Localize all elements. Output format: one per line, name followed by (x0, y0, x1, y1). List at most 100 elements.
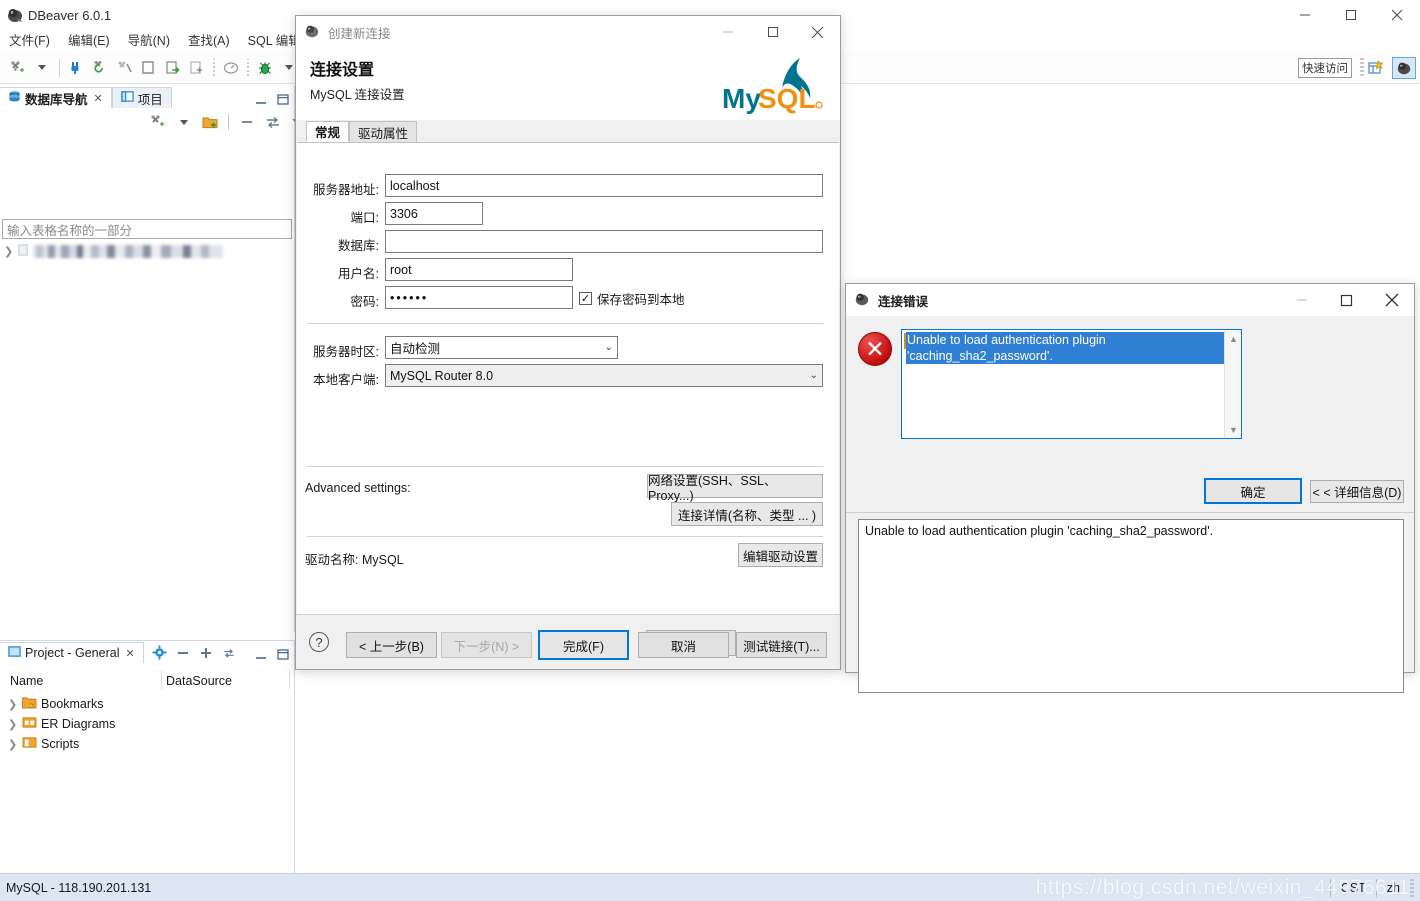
connection-icon (18, 244, 29, 259)
column-header-datasource[interactable]: DataSource (166, 674, 232, 688)
details-toggle-button[interactable]: < < 详细信息(D) (1310, 480, 1404, 503)
tree-item-label: ER Diagrams (41, 717, 116, 731)
test-connection-button[interactable]: 测试链接(T)... (736, 632, 827, 658)
tab-close-icon[interactable]: ✕ (125, 647, 134, 660)
close-icon[interactable] (1369, 284, 1414, 316)
dropdown-caret-icon[interactable] (30, 56, 54, 80)
username-input[interactable]: root (385, 258, 573, 281)
navigator-tabstrip: 数据库导航 ✕ 项目 (0, 86, 295, 108)
server-timezone-select[interactable]: 自动检测 ⌄ (385, 336, 618, 359)
menu-edit[interactable]: 编辑(E) (59, 30, 119, 52)
form-divider-3 (307, 536, 823, 537)
new-sql-script-icon[interactable] (185, 56, 209, 80)
minimize-icon[interactable] (1282, 0, 1328, 30)
new-perspective-icon[interactable] (1364, 57, 1388, 79)
tab-projects[interactable]: 项目 (111, 87, 172, 108)
back-button[interactable]: < 上一步(B) (346, 632, 437, 658)
chevron-right-icon[interactable]: ❯ (8, 718, 18, 731)
password-input[interactable]: •••••• (385, 286, 573, 309)
debug-icon[interactable] (253, 56, 277, 80)
maximize-icon[interactable] (750, 16, 795, 48)
connection-details-button[interactable]: 连接详情(名称、类型 ... ) (671, 502, 823, 526)
gear-icon[interactable] (152, 645, 167, 663)
minimize-icon[interactable] (705, 16, 750, 48)
database-label: 数据库: (338, 239, 379, 253)
sql-editor-icon[interactable] (137, 56, 161, 80)
status-separator-1 (1329, 878, 1331, 897)
chevron-right-icon[interactable]: ❯ (8, 738, 18, 751)
scripts-folder-icon (22, 736, 37, 752)
new-folder-icon[interactable] (198, 110, 222, 134)
navigator-toolbar (146, 110, 311, 134)
network-settings-button[interactable]: 网络设置(SSH、SSL、Proxy...) (647, 474, 823, 503)
menu-search[interactable]: 查找(A) (179, 30, 239, 52)
maximize-panel-icon[interactable] (277, 649, 289, 663)
status-separator-2 (1375, 878, 1377, 897)
tree-item-scripts[interactable]: ❯ Scripts (8, 736, 79, 752)
project-panel-toolbar (144, 645, 236, 663)
database-input[interactable] (385, 230, 823, 253)
edit-driver-settings-button[interactable]: 编辑驱动设置 (738, 543, 823, 567)
tab-close-icon[interactable]: ✕ (94, 92, 103, 105)
close-icon[interactable] (1374, 0, 1420, 30)
error-message-box[interactable]: Unable to load authentication plugin 'ca… (901, 329, 1242, 439)
maximize-panel-icon[interactable] (277, 94, 289, 108)
ok-button[interactable]: 确定 (1204, 478, 1302, 504)
scroll-up-icon[interactable]: ▲ (1225, 330, 1241, 347)
navigator-filter-input[interactable]: 输入表格名称的一部分 (2, 219, 292, 239)
tree-item-er-diagrams[interactable]: ❯ ER Diagrams (8, 716, 115, 732)
minimize-panel-icon[interactable] (255, 94, 267, 108)
port-input[interactable]: 3306 (385, 202, 483, 225)
toolbar-dots-2 (246, 58, 250, 77)
error-details-box[interactable]: Unable to load authentication plugin 'ca… (858, 519, 1404, 693)
quick-access-input[interactable]: 快速访问 (1298, 58, 1352, 78)
tree-item-bookmarks[interactable]: ❯ Bookmarks (8, 696, 104, 712)
minimize-icon[interactable] (1279, 284, 1324, 316)
local-client-label: 本地客户端: (313, 373, 379, 387)
dropdown-caret-icon[interactable] (172, 110, 196, 134)
menu-navigate[interactable]: 导航(N) (119, 30, 179, 52)
link-editor-icon[interactable] (222, 646, 236, 663)
cancel-button[interactable]: 取消 (638, 632, 729, 658)
error-dialog-body: ✕ Unable to load authentication plugin '… (846, 316, 1414, 693)
collapse-all-icon[interactable] (235, 110, 259, 134)
password-label: 密码: (350, 295, 379, 309)
connect-icon[interactable] (65, 56, 89, 80)
save-password-checkbox[interactable]: ✓ 保存密码到本地 (579, 289, 685, 308)
expand-all-icon[interactable] (199, 646, 213, 663)
tab-project-general[interactable]: Project - General ✕ (0, 642, 144, 663)
refresh-connection-icon[interactable] (89, 56, 113, 80)
collapse-all-icon[interactable] (176, 646, 190, 663)
tree-item-connection[interactable]: ❯ (4, 243, 294, 259)
close-icon[interactable] (795, 16, 840, 48)
server-timezone-value: 自动检测 (390, 342, 441, 356)
dbeaver-perspective-icon[interactable] (1392, 57, 1416, 79)
help-question-icon[interactable]: ? (309, 632, 329, 652)
dialog-header: 连接设置 MySQL 连接设置 My SQL (296, 48, 840, 120)
scroll-down-icon[interactable]: ▼ (1225, 421, 1241, 438)
menu-file[interactable]: 文件(F) (0, 30, 59, 52)
server-host-input[interactable]: localhost (385, 174, 823, 197)
local-client-select[interactable]: MySQL Router 8.0 ⌄ (385, 364, 823, 387)
minimize-panel-icon[interactable] (255, 649, 267, 663)
dashboard-icon[interactable] (219, 56, 243, 80)
error-message-scrollbar[interactable]: ▲ ▼ (1224, 330, 1241, 438)
finish-button[interactable]: 完成(F) (538, 630, 629, 660)
link-editor-icon[interactable] (261, 110, 285, 134)
next-button[interactable]: 下一步(N) > (441, 632, 532, 658)
disconnect-icon[interactable] (113, 56, 137, 80)
dbeaver-beaver-icon (854, 291, 870, 310)
column-header-name[interactable]: Name (10, 674, 43, 688)
tab-database-navigator[interactable]: 数据库导航 ✕ (0, 87, 112, 108)
tab-driver-properties[interactable]: 驱动属性 (349, 121, 418, 142)
new-connection-icon[interactable] (146, 110, 170, 134)
maximize-icon[interactable] (1328, 0, 1374, 30)
new-connection-icon[interactable] (6, 56, 30, 80)
open-sql-script-icon[interactable] (161, 56, 185, 80)
chevron-right-icon[interactable]: ❯ (8, 698, 18, 711)
app-title: DBeaver 6.0.1 (28, 7, 112, 23)
maximize-icon[interactable] (1324, 284, 1369, 316)
dialog-footer: ? < 上一步(B) 下一步(N) > 完成(F) 取消 测试链接(T)... (296, 614, 840, 669)
tab-general[interactable]: 常规 (306, 121, 350, 142)
chevron-right-icon[interactable]: ❯ (4, 245, 14, 258)
